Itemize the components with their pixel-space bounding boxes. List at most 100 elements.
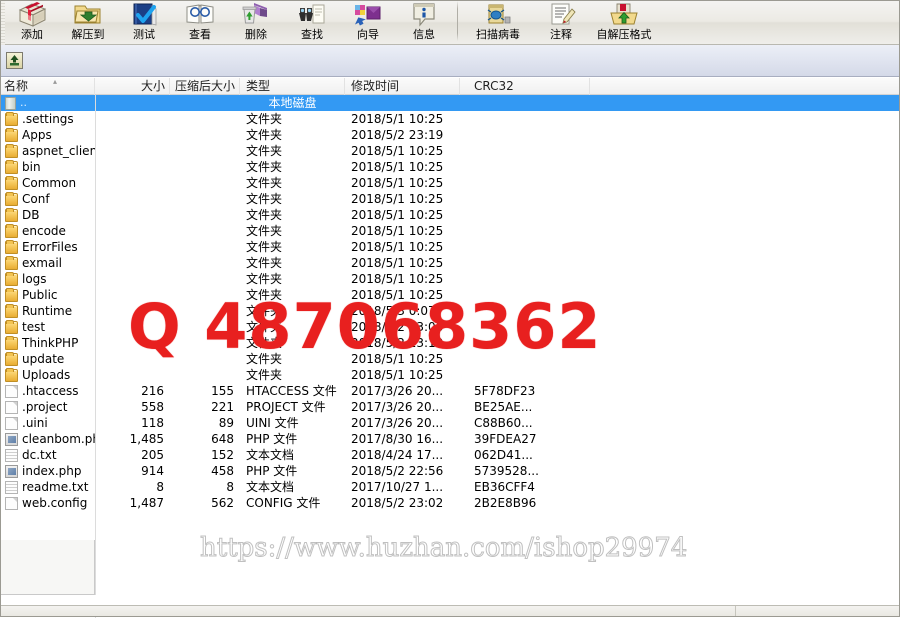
table-row[interactable]: .settings 文件夹 2018/5/1 10:25 <box>0 111 900 127</box>
cell-crc32 <box>460 255 590 271</box>
toolbar-button-find[interactable]: 查找 <box>284 0 340 44</box>
table-row[interactable]: ErrorFiles 文件夹 2018/5/1 10:25 <box>0 239 900 255</box>
cell-name: cleanbom.php <box>0 431 95 447</box>
file-name-label: test <box>22 320 46 334</box>
cell-crc32 <box>460 143 590 159</box>
table-row[interactable]: bin 文件夹 2018/5/1 10:25 <box>0 159 900 175</box>
cell-name: Apps <box>0 127 95 143</box>
file-name-label: .settings <box>22 112 74 126</box>
table-row[interactable]: exmail 文件夹 2018/5/1 10:25 <box>0 255 900 271</box>
table-row[interactable]: Apps 文件夹 2018/5/2 23:19 <box>0 127 900 143</box>
cell-type: 文件夹 <box>246 176 283 190</box>
folder-icon <box>5 335 18 350</box>
toolbar-button-delete[interactable]: 删除 <box>228 0 284 44</box>
toolbar-label-extract-to: 解压到 <box>71 28 105 41</box>
comment-icon <box>545 1 577 28</box>
toolbar-button-test[interactable]: 测试 <box>116 0 172 44</box>
cell-crc32: EB36CFF4 <box>474 480 535 494</box>
cell-name: aspnet_client <box>0 143 95 159</box>
cell-type: 文件夹 <box>246 304 283 318</box>
cell-size <box>95 287 170 303</box>
cell-packed-size: 458 <box>211 464 234 478</box>
file-icon <box>5 384 18 398</box>
table-row[interactable]: encode 文件夹 2018/5/1 10:25 <box>0 223 900 239</box>
folder-icon <box>5 255 18 270</box>
table-row[interactable]: dc.txt 205 152 文本文档 2018/4/24 17... 062D41... <box>0 447 900 463</box>
cell-size: 1,485 <box>129 432 164 446</box>
cell-packed-size <box>170 111 240 127</box>
table-row[interactable]: ThinkPHP 文件夹 2018/5/2 23:19 <box>0 335 900 351</box>
cell-type: 本地磁盘 <box>268 96 317 110</box>
file-name-label: index.php <box>22 464 82 478</box>
folder-icon <box>5 159 18 174</box>
toolbar-button-sfx[interactable]: 自解压格式 <box>589 0 659 44</box>
file-name-label: Public <box>22 288 58 302</box>
cell-crc32 <box>460 287 590 303</box>
table-row[interactable]: DB 文件夹 2018/5/1 10:25 <box>0 207 900 223</box>
table-row[interactable]: cleanbom.php 1,485 648 PHP 文件 2017/8/30 16..… <box>0 431 900 447</box>
table-row[interactable]: Uploads 文件夹 2018/5/1 10:25 <box>0 367 900 383</box>
file-name-label: Uploads <box>22 368 71 382</box>
cell-modified: 2018/5/1 10:25 <box>351 192 444 206</box>
folder-icon <box>5 207 18 222</box>
toolbar-button-extract-to[interactable]: 解压到 <box>60 0 116 44</box>
cell-crc32 <box>460 351 590 367</box>
column-header-packed-size[interactable]: 压缩后大小 <box>170 78 240 95</box>
file-icon <box>5 400 18 414</box>
cell-crc32 <box>460 207 590 223</box>
table-row[interactable]: .uini 118 89 UINI 文件 2017/3/26 20... C88B60..… <box>0 415 900 431</box>
toolbar-button-info[interactable]: 信息 <box>396 0 452 44</box>
main-toolbar: 添加 解压到 测试 查看 删除 查找 向导 信息 扫描病毒 注释 自解压格式 <box>0 0 900 45</box>
cell-packed-size <box>170 175 240 191</box>
toolbar-button-wizard[interactable]: 向导 <box>340 0 396 44</box>
cell-name: .. <box>0 95 95 111</box>
table-row[interactable]: Conf 文件夹 2018/5/1 10:25 <box>0 191 900 207</box>
file-name-label: readme.txt <box>22 480 89 494</box>
table-row[interactable]: aspnet_client 文件夹 2018/5/1 10:25 <box>0 143 900 159</box>
cell-crc32: C88B60... <box>474 416 533 430</box>
table-row[interactable]: update 文件夹 2018/5/1 10:25 <box>0 351 900 367</box>
table-row[interactable]: readme.txt 8 8 文本文档 2017/10/27 1... EB36CFF4 <box>0 479 900 495</box>
cell-crc32 <box>460 303 590 319</box>
toolbar-button-comment[interactable]: 注释 <box>533 0 589 44</box>
table-row[interactable]: test 文件夹 2018/5/2 23:06 <box>0 319 900 335</box>
cell-packed-size: 221 <box>211 400 234 414</box>
sort-ascending-icon: ▴ <box>53 78 58 86</box>
toolbar-button-virus-scan[interactable]: 扫描病毒 <box>463 0 533 44</box>
column-header-crc32[interactable]: CRC32 <box>460 78 590 95</box>
cell-name: ThinkPHP <box>0 335 95 351</box>
cell-modified: 2018/5/2 23:02 <box>351 496 444 510</box>
up-one-level-icon[interactable] <box>6 52 23 69</box>
cell-name: Runtime <box>0 303 95 319</box>
table-row[interactable]: Common 文件夹 2018/5/1 10:25 <box>0 175 900 191</box>
cell-modified: 2018/4/24 17... <box>351 448 444 462</box>
cell-type: UINI 文件 <box>246 416 299 430</box>
cell-size <box>95 111 170 127</box>
cell-name: Uploads <box>0 367 95 383</box>
column-header-modified[interactable]: 修改时间 <box>345 78 460 95</box>
wizard-icon <box>352 1 384 28</box>
file-name-label: .. <box>20 96 27 109</box>
toolbar-button-view[interactable]: 查看 <box>172 0 228 44</box>
toolbar-button-add[interactable]: 添加 <box>4 0 60 44</box>
table-row[interactable]: .. 本地磁盘 <box>0 95 900 111</box>
table-row[interactable]: .htaccess 216 155 HTACCESS 文件 2017/3/26 20..… <box>0 383 900 399</box>
cell-packed-size <box>170 239 240 255</box>
column-header-name[interactable]: 名称 ▴ <box>0 78 95 95</box>
toolbar-label-info: 信息 <box>413 28 435 41</box>
table-row[interactable]: Runtime 文件夹 2018/5/3 0:07 <box>0 303 900 319</box>
column-header-size[interactable]: 大小 <box>95 78 170 95</box>
file-name-label: ErrorFiles <box>22 240 78 254</box>
file-name-label: update <box>22 352 65 366</box>
file-name-label: encode <box>22 224 66 238</box>
table-row[interactable]: Public 文件夹 2018/5/1 10:25 <box>0 287 900 303</box>
folder-icon <box>5 351 18 366</box>
table-row[interactable]: .project 558 221 PROJECT 文件 2017/3/26 20... B… <box>0 399 900 415</box>
cell-size <box>95 143 170 159</box>
column-header-type[interactable]: 类型 <box>240 78 345 95</box>
cell-name: Public <box>0 287 95 303</box>
table-row[interactable]: logs 文件夹 2018/5/1 10:25 <box>0 271 900 287</box>
table-row[interactable]: web.config 1,487 562 CONFIG 文件 2018/5/2 23:0… <box>0 495 900 511</box>
table-row[interactable]: index.php 914 458 PHP 文件 2018/5/2 22:56 57395… <box>0 463 900 479</box>
cell-crc32 <box>460 223 590 239</box>
